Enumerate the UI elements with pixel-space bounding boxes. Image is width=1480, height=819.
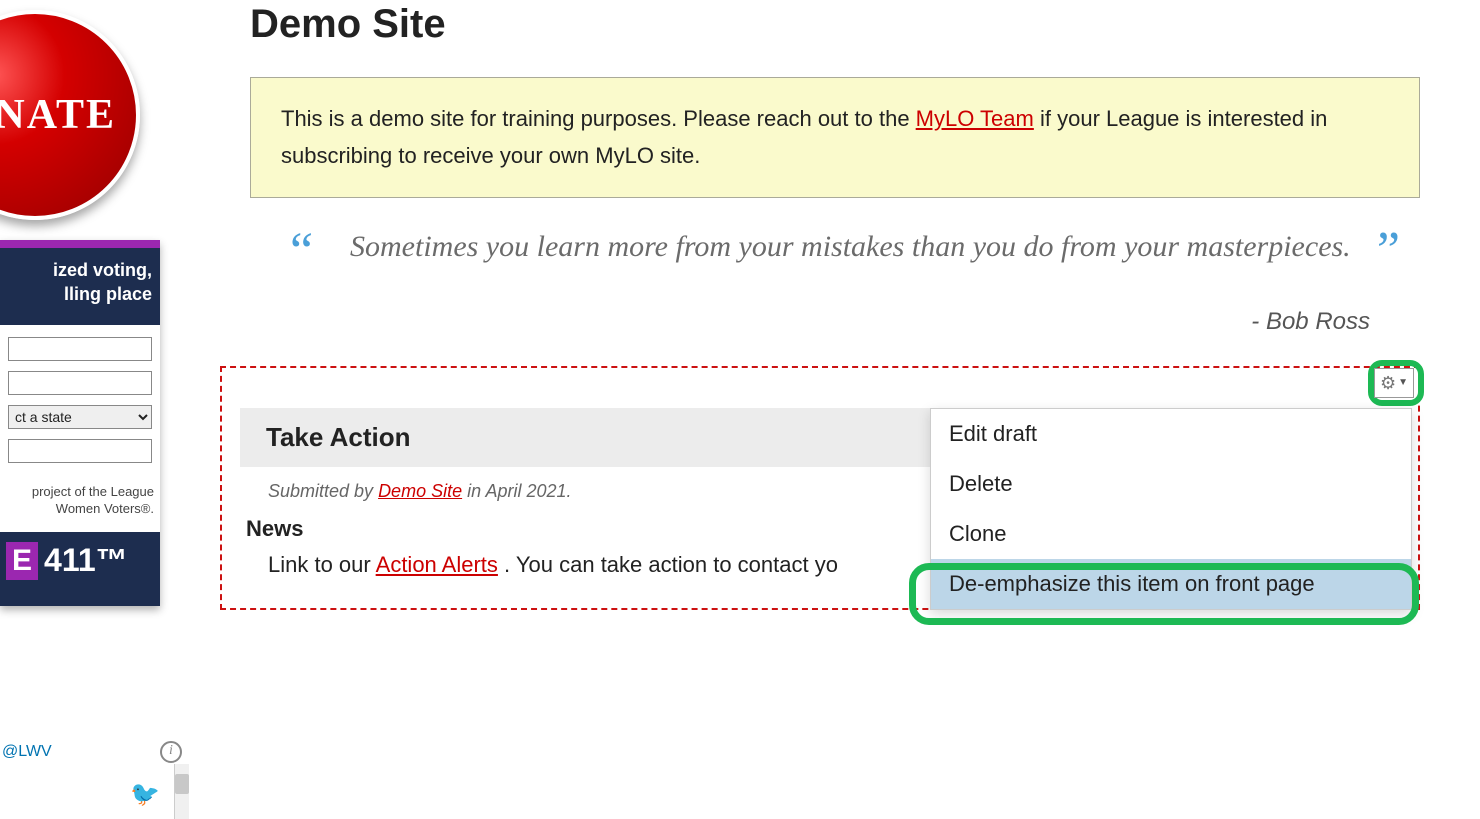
open-quote-icon: “: [290, 222, 313, 281]
e411-badge: E: [6, 542, 38, 580]
quote-text: Sometimes you learn more from your mista…: [350, 226, 1400, 268]
info-banner: This is a demo site for training purpose…: [250, 77, 1420, 198]
voting-input-3[interactable]: [8, 439, 152, 463]
voting-panel: ized voting, lling place ct a state proj…: [0, 240, 160, 606]
e411-logo[interactable]: E 411™: [0, 532, 160, 606]
sidebar: NATE ized voting, lling place ct a state…: [0, 0, 160, 819]
info-icon[interactable]: i: [160, 741, 182, 763]
menu-clone[interactable]: Clone: [931, 509, 1411, 559]
social-row: @LWV i: [0, 735, 184, 769]
twitter-bird-icon: 🐦: [130, 780, 160, 809]
menu-delete[interactable]: Delete: [931, 459, 1411, 509]
voting-form: ct a state: [0, 325, 160, 477]
donate-label: NATE: [0, 91, 116, 139]
voting-panel-accent: [0, 240, 160, 248]
twitter-link[interactable]: @LWV: [2, 743, 52, 761]
gear-button[interactable]: ⚙ ▼: [1374, 368, 1414, 398]
voting-panel-title: ized voting, lling place: [0, 248, 160, 325]
close-quote-icon: ”: [1377, 221, 1400, 280]
menu-edit-draft[interactable]: Edit draft: [931, 409, 1411, 459]
gear-icon: ⚙: [1380, 374, 1396, 392]
scrollbar-thumb[interactable]: [175, 774, 189, 794]
banner-text-pre: This is a demo site for training purpose…: [281, 106, 916, 131]
action-alerts-link[interactable]: Action Alerts: [376, 552, 498, 577]
menu-deemphasize[interactable]: De-emphasize this item on front page: [931, 559, 1411, 609]
quote-author: - Bob Ross: [250, 308, 1370, 336]
voting-input-1[interactable]: [8, 337, 152, 361]
caret-down-icon: ▼: [1398, 377, 1408, 388]
state-select[interactable]: ct a state: [8, 405, 152, 429]
sidebar-scrollbar[interactable]: [174, 764, 189, 819]
gear-dropdown-menu: Edit draft Delete Clone De-emphasize thi…: [930, 408, 1412, 610]
quote-block: “ Sometimes you learn more from your mis…: [290, 226, 1400, 268]
page-title: Demo Site: [250, 2, 1420, 47]
league-note: project of the League Women Voters®.: [0, 477, 160, 532]
main-content: Demo Site This is a demo site for traini…: [250, 0, 1420, 610]
submitted-by-link[interactable]: Demo Site: [378, 481, 462, 501]
mylo-team-link[interactable]: MyLO Team: [916, 106, 1034, 131]
e411-number: 411™: [44, 542, 128, 579]
voting-input-2[interactable]: [8, 371, 152, 395]
action-card: ⚙ ▼ Edit draft Delete Clone De-emphasize…: [220, 366, 1420, 610]
donate-button[interactable]: NATE: [0, 10, 140, 220]
